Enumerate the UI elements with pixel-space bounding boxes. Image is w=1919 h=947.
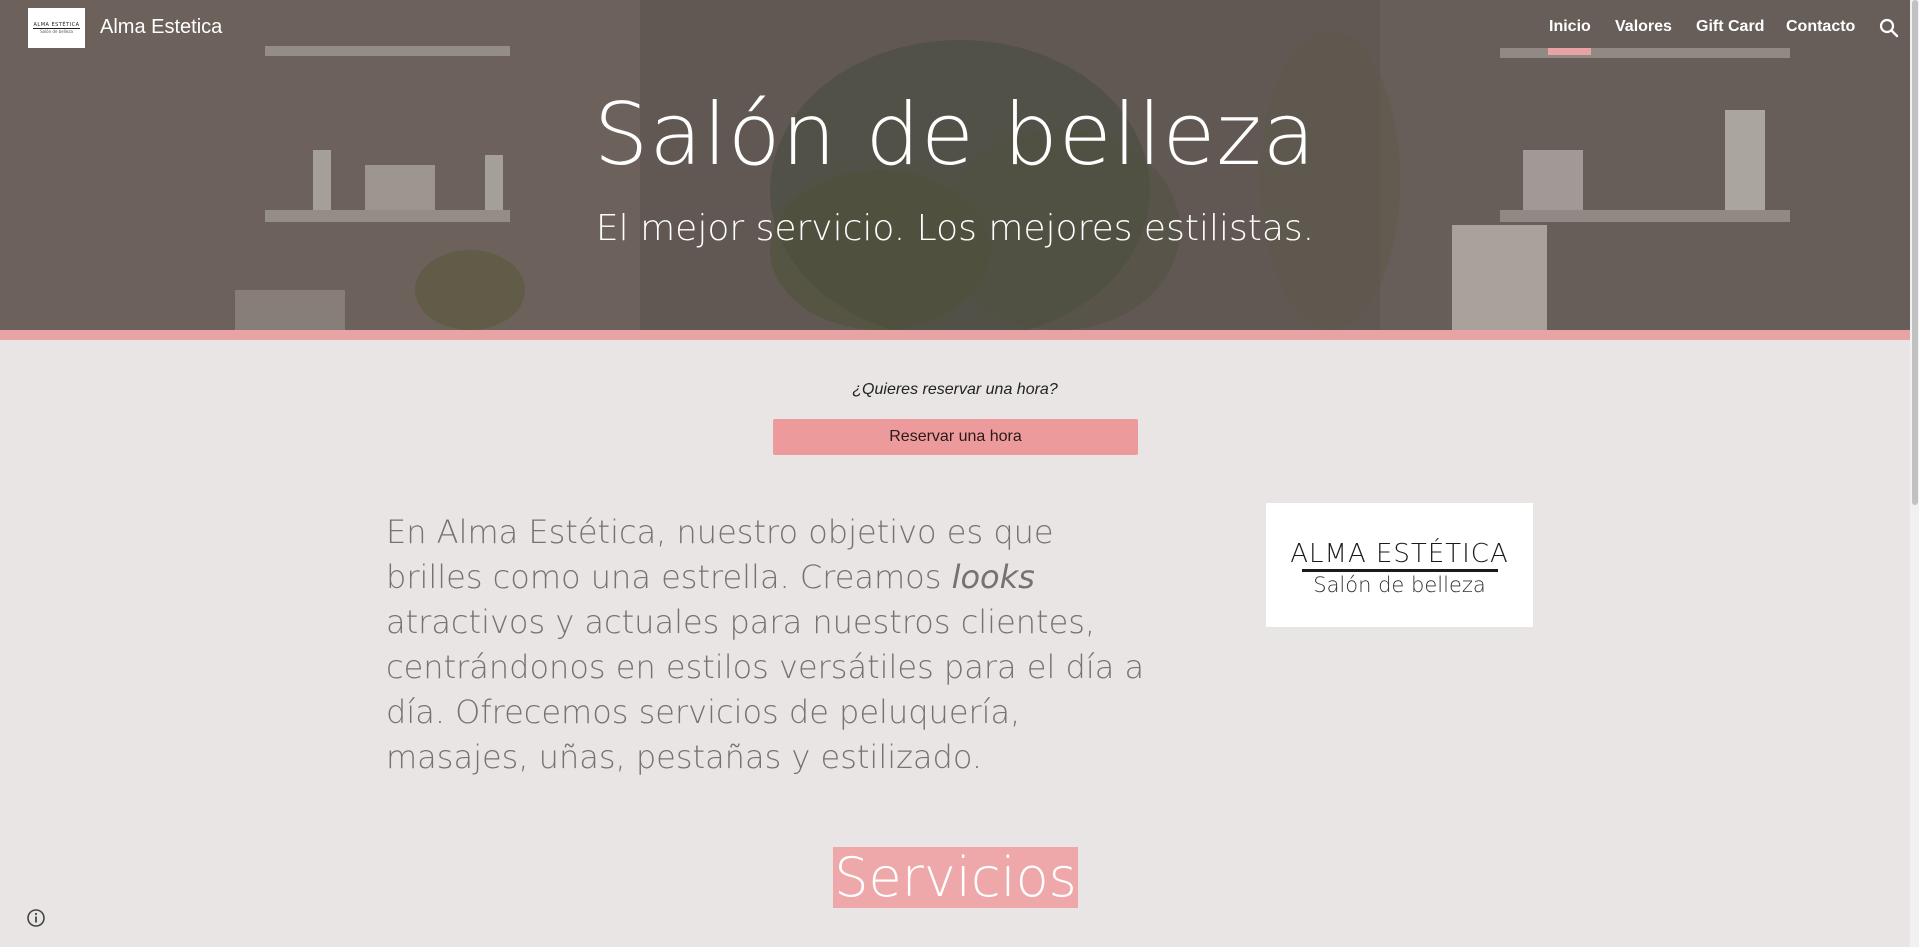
brand-logo-image: ALMA ESTÉTICA Salón de belleza xyxy=(1266,503,1533,627)
intro-paragraph: En Alma Estética, nuestro objetivo es qu… xyxy=(386,510,1146,780)
intro-text-emphasis: looks xyxy=(951,558,1035,596)
search-button[interactable] xyxy=(1877,16,1901,40)
nav-item-valores[interactable]: Valores xyxy=(1615,18,1672,36)
nav-item-gift-card[interactable]: Gift Card xyxy=(1696,18,1764,36)
site-title[interactable]: Alma Estetica xyxy=(100,16,222,39)
logo-text: ALMA ESTÉTICA xyxy=(33,21,80,29)
brand-divider xyxy=(1302,569,1498,572)
book-appointment-button[interactable]: Reservar una hora xyxy=(773,419,1138,455)
scrollbar-thumb[interactable] xyxy=(1912,0,1918,505)
active-nav-indicator xyxy=(1548,48,1591,55)
logo-tagline: Salón de belleza xyxy=(40,28,73,34)
brand-name: ALMA ESTÉTICA xyxy=(1290,539,1509,569)
site-header: ALMA ESTÉTICA Salón de belleza Alma Este… xyxy=(0,0,1910,56)
site-info-button[interactable] xyxy=(24,906,48,930)
site-logo[interactable]: ALMA ESTÉTICA Salón de belleza xyxy=(28,8,85,48)
search-icon xyxy=(1879,18,1899,38)
intro-text-end: atractivos y actuales para nuestros clie… xyxy=(386,603,1145,776)
info-icon xyxy=(27,909,45,927)
brand-tagline: Salón de belleza xyxy=(1313,573,1486,597)
nav-item-inicio[interactable]: Inicio xyxy=(1549,18,1591,36)
hero-subtitle: El mejor servicio. Los mejores estilista… xyxy=(595,208,1315,249)
hero-accent-bar xyxy=(0,330,1910,340)
booking-question: ¿Quieres reservar una hora? xyxy=(852,381,1058,398)
services-heading: Servicios xyxy=(833,846,1078,909)
nav-item-contacto[interactable]: Contacto xyxy=(1786,18,1855,36)
hero-title: Salón de belleza xyxy=(593,85,1317,185)
